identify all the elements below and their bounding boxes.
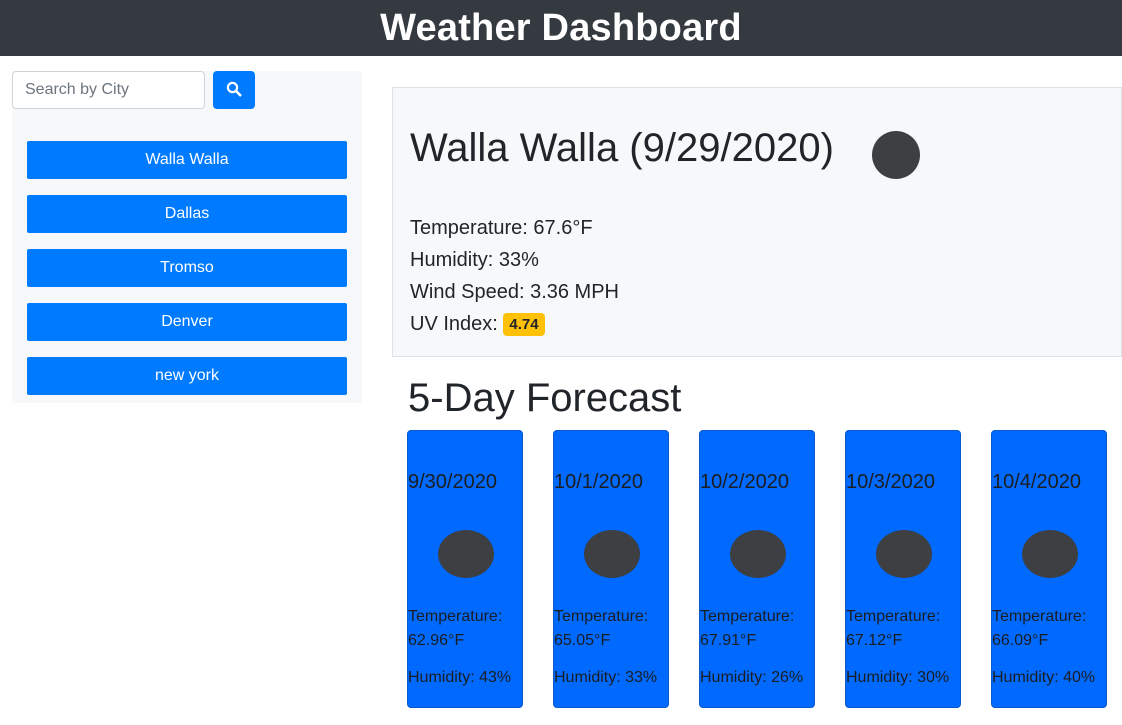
forecast-temp-value: 67.91°F: [700, 632, 757, 649]
app-title: Weather Dashboard: [380, 6, 742, 49]
forecast-card: 10/3/2020 Temperature: 67.12°F Humidity: …: [845, 430, 961, 708]
forecast-date: 10/3/2020: [846, 471, 935, 493]
forecast-humidity: Humidity: 43%: [408, 669, 512, 686]
uv-index-label: UV Index:: [410, 313, 504, 335]
city-button-denver[interactable]: Denver: [27, 303, 347, 341]
forecast-humidity: Humidity: 26%: [700, 669, 804, 686]
current-uv-index: UV Index: 4.74: [410, 308, 619, 340]
forecast-temp-label: Temperature:: [554, 608, 649, 625]
city-button-dallas[interactable]: Dallas: [27, 195, 347, 233]
forecast-temp-label: Temperature:: [992, 608, 1087, 625]
forecast-card: 9/30/2020 Temperature: 62.96°F Humidity: …: [407, 430, 523, 708]
forecast-temperature: Temperature: 67.12°F: [846, 605, 940, 653]
current-stats: Temperature: 67.6°F Humidity: 33% Wind S…: [410, 212, 619, 340]
city-button-new-york[interactable]: new york: [27, 357, 347, 395]
forecast-temp-label: Temperature:: [846, 608, 941, 625]
forecast-humidity: Humidity: 40%: [992, 669, 1096, 686]
app-header: Weather Dashboard: [0, 0, 1122, 56]
forecast-temp-value: 62.96°F: [408, 632, 465, 649]
weather-icon: [584, 530, 640, 578]
forecast-date: 10/4/2020: [992, 471, 1081, 493]
uv-index-badge: 4.74: [503, 313, 545, 336]
forecast-card: 10/4/2020 Temperature: 66.09°F Humidity: …: [991, 430, 1107, 708]
city-button-walla-walla[interactable]: Walla Walla: [27, 141, 347, 179]
weather-icon: [872, 131, 920, 179]
weather-icon: [730, 530, 786, 578]
current-wind-speed: Wind Speed: 3.36 MPH: [410, 281, 619, 303]
forecast-card: 10/1/2020 Temperature: 65.05°F Humidity: …: [553, 430, 669, 708]
forecast-date: 10/2/2020: [700, 471, 789, 493]
forecast-temperature: Temperature: 66.09°F: [992, 605, 1086, 653]
forecast-temp-value: 65.05°F: [554, 632, 611, 649]
current-weather-panel: Walla Walla (9/29/2020) Temperature: 67.…: [392, 87, 1122, 357]
forecast-temperature: Temperature: 62.96°F: [408, 605, 502, 653]
forecast-temp-label: Temperature:: [408, 608, 503, 625]
forecast-card: 10/2/2020 Temperature: 67.91°F Humidity: …: [699, 430, 815, 708]
forecast-title: 5-Day Forecast: [408, 376, 682, 420]
weather-icon: [438, 530, 494, 578]
search-button[interactable]: [213, 71, 255, 109]
forecast-temp-label: Temperature:: [700, 608, 795, 625]
city-button-tromso[interactable]: Tromso: [27, 249, 347, 287]
forecast-temperature: Temperature: 65.05°F: [554, 605, 648, 653]
forecast-date: 10/1/2020: [554, 471, 643, 493]
search-icon: [226, 81, 242, 100]
current-temperature: Temperature: 67.6°F: [410, 217, 593, 239]
forecast-temp-value: 66.09°F: [992, 632, 1049, 649]
weather-icon: [876, 530, 932, 578]
sidebar: Walla Walla Dallas Tromso Denver new yor…: [12, 71, 362, 403]
city-history-list: Walla Walla Dallas Tromso Denver new yor…: [27, 141, 347, 411]
city-search-input[interactable]: [12, 71, 205, 109]
forecast-temperature: Temperature: 67.91°F: [700, 605, 794, 653]
weather-icon: [1022, 530, 1078, 578]
forecast-date: 9/30/2020: [408, 471, 497, 493]
current-humidity: Humidity: 33%: [410, 249, 539, 271]
current-city-heading: Walla Walla (9/29/2020): [410, 126, 834, 170]
forecast-temp-value: 67.12°F: [846, 632, 903, 649]
forecast-humidity: Humidity: 30%: [846, 669, 950, 686]
forecast-humidity: Humidity: 33%: [554, 669, 658, 686]
